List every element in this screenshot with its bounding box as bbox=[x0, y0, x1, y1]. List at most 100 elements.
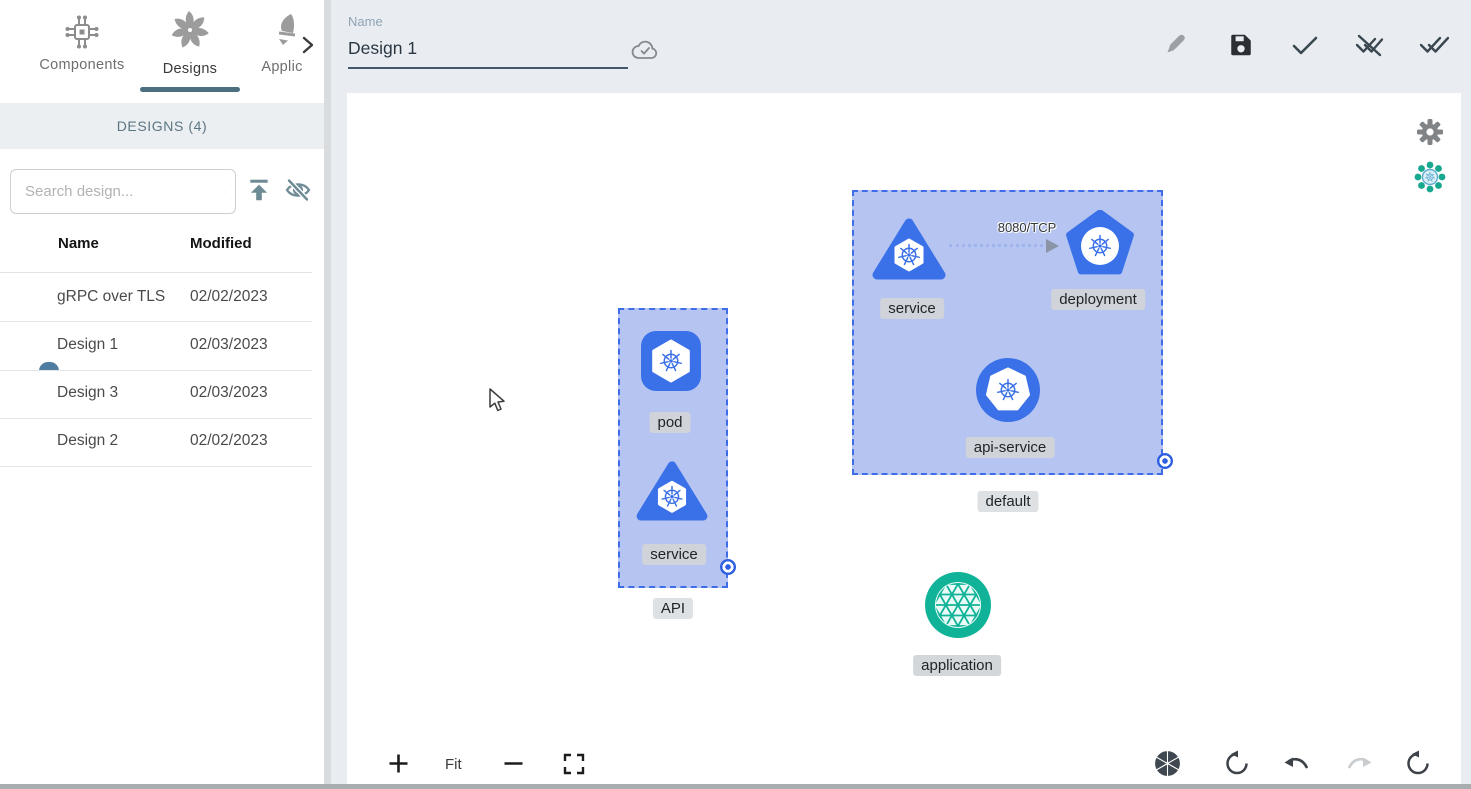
design-modified: 02/03/2023 bbox=[190, 384, 268, 402]
sidebar-tabs: Components Designs bbox=[0, 0, 324, 98]
tabs-next-button[interactable] bbox=[301, 36, 315, 57]
design-modified: 02/03/2023 bbox=[190, 336, 268, 354]
redo-icon bbox=[1345, 754, 1372, 773]
kubernetes-api-service-icon bbox=[974, 356, 1042, 424]
node-service-default[interactable] bbox=[872, 215, 946, 286]
toggle-visibility-button[interactable] bbox=[284, 177, 312, 206]
node-service-api[interactable] bbox=[636, 458, 708, 527]
save-button[interactable] bbox=[1228, 32, 1254, 61]
check-icon bbox=[1292, 35, 1318, 55]
designs-table-header: Name Modified bbox=[0, 235, 312, 272]
design-name: gRPC over TLS bbox=[57, 288, 165, 306]
eye-off-icon bbox=[284, 177, 312, 203]
group-label-default: default bbox=[977, 491, 1038, 512]
tab-components[interactable]: Components bbox=[30, 0, 134, 73]
node-pod[interactable] bbox=[638, 328, 704, 399]
group-box-api[interactable]: pod service bbox=[618, 308, 728, 588]
edit-button[interactable] bbox=[1164, 33, 1188, 60]
edge-label: 8080/TCP bbox=[998, 220, 1057, 235]
node-label: service bbox=[642, 544, 706, 565]
node-label: service bbox=[880, 298, 944, 319]
table-row-grpc[interactable]: gRPC over TLS 02/02/2023 bbox=[0, 274, 312, 322]
kubernetes-service-icon bbox=[636, 458, 708, 522]
kubernetes-adapter-icon bbox=[1413, 160, 1447, 194]
node-label: deployment bbox=[1051, 289, 1145, 310]
undeploy-button[interactable] bbox=[1354, 32, 1384, 61]
zoom-in-button[interactable] bbox=[388, 753, 409, 777]
validate-button[interactable] bbox=[1292, 35, 1318, 58]
tab-designs-label: Designs bbox=[148, 61, 232, 77]
reset-view-button[interactable] bbox=[1405, 750, 1431, 780]
edge-arrowhead bbox=[1046, 239, 1059, 253]
upload-design-button[interactable] bbox=[246, 177, 272, 206]
design-name: Design 3 bbox=[57, 384, 118, 402]
undo-icon bbox=[1284, 754, 1311, 773]
redo-button[interactable] bbox=[1345, 754, 1372, 776]
fullscreen-icon bbox=[563, 753, 585, 775]
kubernetes-service-icon bbox=[872, 215, 946, 281]
aperture-icon bbox=[1153, 749, 1182, 778]
group-label-api: API bbox=[653, 598, 693, 619]
upload-icon bbox=[246, 177, 272, 203]
node-label: application bbox=[913, 655, 1001, 676]
double-check-icon bbox=[1419, 34, 1449, 56]
mouse-cursor bbox=[488, 388, 508, 414]
design-canvas[interactable]: service deployment 8080/TCP api-service … bbox=[347, 93, 1461, 784]
tab-components-label: Components bbox=[30, 57, 134, 73]
reload-button[interactable] bbox=[1224, 750, 1250, 780]
group-resize-handle[interactable] bbox=[1157, 453, 1173, 469]
chevron-right-icon bbox=[301, 36, 315, 54]
group-box-default[interactable]: service deployment 8080/TCP api-service bbox=[852, 190, 1163, 475]
col-header-modified: Modified bbox=[190, 235, 252, 252]
deploy-button[interactable] bbox=[1419, 34, 1449, 59]
design-header: Name Design 1 bbox=[331, 0, 1471, 93]
tab-designs[interactable]: Designs bbox=[148, 0, 232, 77]
gear-icon bbox=[1416, 118, 1444, 146]
application-icon bbox=[923, 570, 993, 640]
double-check-crossed-icon bbox=[1354, 32, 1384, 58]
edge-service-deployment[interactable] bbox=[949, 244, 1049, 247]
designs-section-header: DESIGNS (4) bbox=[0, 103, 324, 149]
name-field-underline bbox=[348, 67, 628, 69]
node-label: api-service bbox=[966, 437, 1055, 458]
design-name-input[interactable]: Design 1 bbox=[348, 38, 417, 59]
undo-button[interactable] bbox=[1284, 754, 1311, 776]
kubernetes-adapter-button[interactable] bbox=[1413, 160, 1447, 197]
sidebar-scrollbar[interactable] bbox=[324, 0, 331, 789]
horizontal-scrollbar[interactable] bbox=[0, 784, 1471, 789]
rotate-left-icon bbox=[1224, 750, 1250, 777]
minus-icon bbox=[503, 753, 524, 774]
search-icon bbox=[224, 179, 225, 205]
pencil-icon bbox=[1164, 33, 1188, 57]
node-label: pod bbox=[649, 412, 690, 433]
group-resize-handle[interactable] bbox=[720, 559, 736, 575]
applications-icon bbox=[265, 10, 299, 54]
node-deployment[interactable] bbox=[1066, 210, 1134, 281]
kubernetes-deployment-icon bbox=[1066, 210, 1134, 276]
kubernetes-pod-icon bbox=[638, 328, 704, 394]
node-api-service[interactable] bbox=[974, 356, 1042, 429]
zoom-out-button[interactable] bbox=[503, 753, 524, 777]
save-icon bbox=[1228, 32, 1254, 58]
canvas-settings-button[interactable] bbox=[1416, 118, 1444, 149]
tab-applications-label: Applic bbox=[252, 59, 312, 75]
search-input[interactable] bbox=[11, 183, 224, 200]
fullscreen-button[interactable] bbox=[563, 753, 585, 778]
table-row-design2[interactable]: Design 2 02/02/2023 bbox=[0, 418, 312, 466]
node-application[interactable] bbox=[923, 570, 993, 645]
components-icon bbox=[62, 12, 102, 52]
zoom-fit-button[interactable]: Fit bbox=[445, 756, 462, 773]
sidebar: Components Designs bbox=[0, 0, 324, 785]
design-name: Design 1 bbox=[57, 336, 118, 354]
plus-icon bbox=[388, 753, 409, 774]
divider bbox=[0, 466, 312, 467]
reset-icon bbox=[1405, 750, 1431, 777]
design-modified: 02/02/2023 bbox=[190, 288, 268, 306]
design-modified: 02/02/2023 bbox=[190, 432, 268, 450]
screenshot-button[interactable] bbox=[1153, 749, 1182, 781]
table-row-design3[interactable]: Design 3 02/03/2023 bbox=[0, 370, 312, 418]
active-tab-underline bbox=[140, 87, 240, 92]
divider bbox=[0, 272, 312, 273]
design-name: Design 2 bbox=[57, 432, 118, 450]
search-box[interactable] bbox=[10, 169, 236, 214]
